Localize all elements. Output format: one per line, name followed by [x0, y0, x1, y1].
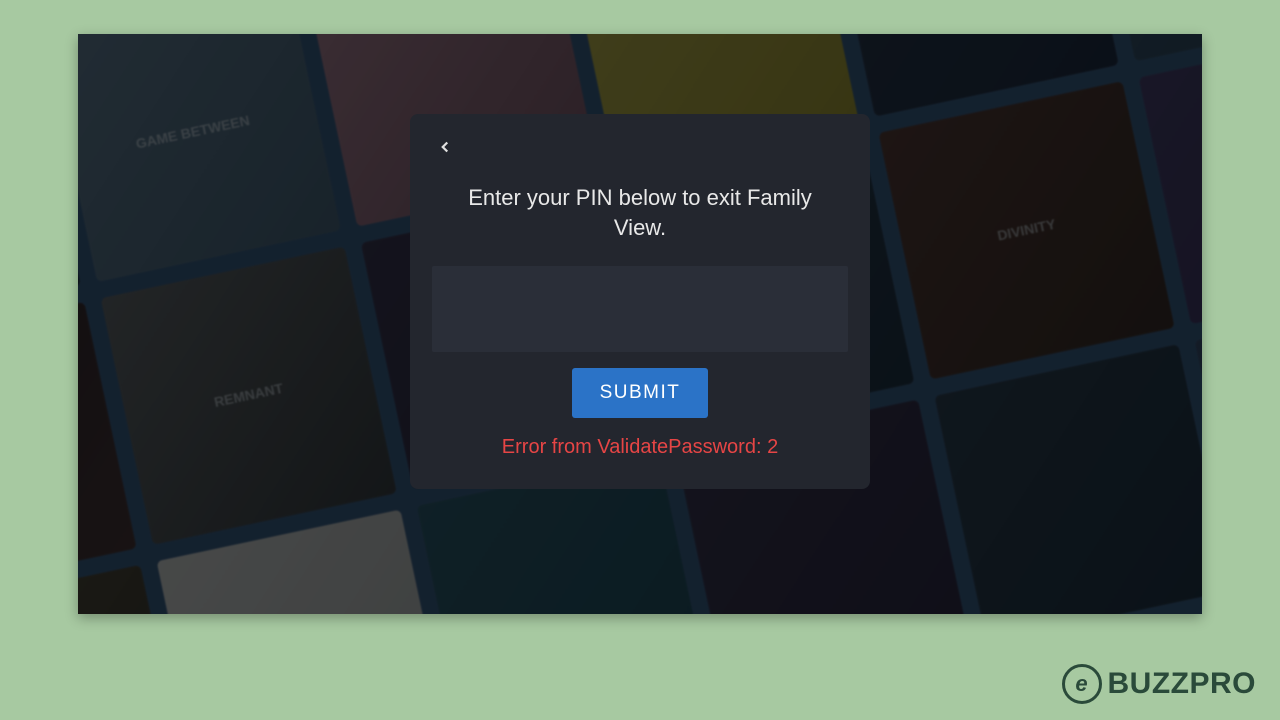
back-button[interactable] [432, 134, 458, 165]
watermark-brand: BUZZPRO [1108, 667, 1257, 701]
error-message: Error from ValidatePassword: 2 [432, 436, 848, 459]
pin-input[interactable] [432, 266, 848, 352]
chevron-left-icon [436, 138, 454, 161]
watermark-logo-icon: e [1062, 664, 1102, 704]
submit-button[interactable]: SUBMIT [572, 368, 709, 418]
app-window: GAME BETWEEN EURO TRUCK SIMULATOR 2 RAFT… [78, 34, 1202, 614]
watermark: e BUZZPRO [1062, 664, 1257, 704]
modal-title: Enter your PIN below to exit Family View… [432, 183, 848, 242]
family-view-pin-modal: Enter your PIN below to exit Family View… [410, 114, 870, 489]
